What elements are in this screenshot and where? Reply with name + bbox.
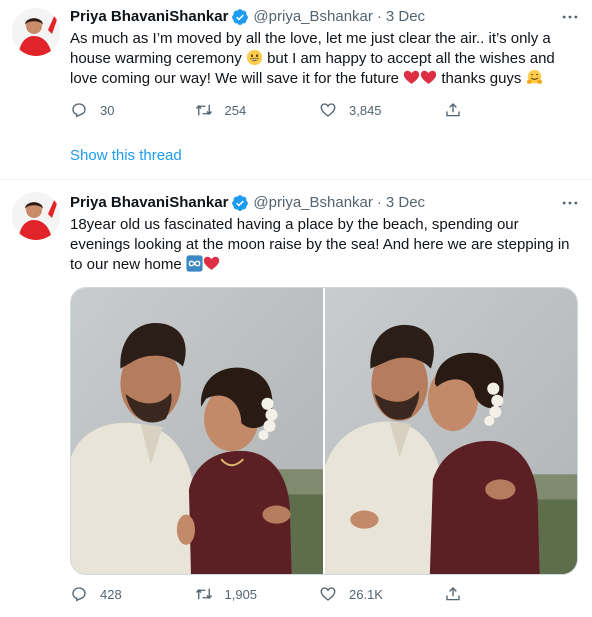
photo-2[interactable]	[325, 288, 577, 574]
reply-count: 30	[100, 102, 115, 118]
text-line: 18year old us fascinated having a place …	[70, 216, 519, 233]
couple-photo-cheek-kiss	[325, 288, 577, 574]
tweet-media[interactable]	[70, 287, 578, 575]
share-button[interactable]	[444, 101, 569, 119]
like-count: 3,845	[349, 102, 382, 118]
like-button[interactable]: 26.1K	[319, 585, 444, 603]
text-line: evenings looking at the moon raise by th…	[70, 236, 570, 253]
infinity-emoji-icon	[186, 255, 203, 272]
share-button[interactable]	[444, 585, 569, 603]
reply-button[interactable]: 30	[70, 101, 195, 119]
tweet-header: Priya BhavaniShankar @priya_Bshankar · 3…	[70, 193, 580, 213]
reply-count: 428	[100, 586, 122, 602]
retweet-button[interactable]: 254	[195, 101, 320, 119]
hugging-face-emoji-icon	[526, 69, 542, 84]
share-icon	[445, 103, 460, 117]
author-handle[interactable]: @priya_Bshankar	[253, 7, 372, 27]
red-heart-emoji-icon	[203, 256, 220, 270]
separator-dot: ·	[376, 194, 382, 211]
retweet-count: 254	[224, 102, 247, 118]
author-name[interactable]: Priya BhavaniShankar	[70, 7, 228, 27]
reply-icon	[72, 587, 86, 602]
profile-avatar[interactable]	[12, 8, 60, 56]
tweet-body: Priya BhavaniShankar @priya_Bshankar · 3…	[70, 7, 580, 89]
text-line: house warming ceremony but I am happy to…	[70, 49, 580, 69]
heart-icon	[320, 587, 336, 601]
text-line: to our new home	[70, 255, 580, 275]
retweet-icon	[195, 104, 212, 116]
tweet-1[interactable]: Priya BhavaniShankar @priya_Bshankar · 3…	[0, 0, 592, 180]
reply-button[interactable]: 428	[70, 585, 195, 603]
tweet-actions: 30 254 3,845	[70, 101, 568, 119]
grinning-face-emoji-icon	[246, 49, 263, 66]
text-line: love coming our way! We will save it for…	[70, 69, 580, 89]
like-button[interactable]: 3,845	[319, 101, 444, 119]
text-segment: to our new home	[70, 256, 182, 273]
text-segment: but I am happy to accept all the wishes …	[267, 50, 555, 67]
text-segment: house warming ceremony	[70, 50, 242, 67]
more-options-icon[interactable]	[560, 193, 580, 213]
retweet-count: 1,905	[224, 586, 258, 602]
retweet-button[interactable]: 1,905	[195, 585, 320, 603]
tweet-actions: 428 1,905 26.1K	[70, 585, 568, 603]
text-line: As much as I’m moved by all the love, le…	[70, 30, 551, 47]
tweet-body: Priya BhavaniShankar @priya_Bshankar · 3…	[70, 193, 580, 275]
tweet-text: 18year old us fascinated having a place …	[70, 215, 580, 275]
share-icon	[445, 587, 460, 601]
verified-badge-icon	[232, 195, 249, 211]
profile-avatar[interactable]	[12, 192, 60, 240]
reply-icon	[72, 103, 86, 118]
verified-badge-icon	[232, 9, 249, 25]
separator-dot: ·	[376, 8, 382, 25]
red-heart-emoji-icon	[404, 70, 420, 84]
author-name[interactable]: Priya BhavaniShankar	[70, 193, 228, 213]
tweet-text: As much as I’m moved by all the love, le…	[70, 29, 580, 89]
heart-icon	[320, 103, 336, 117]
tweet-date[interactable]: 3 Dec	[386, 193, 425, 213]
couple-photo-forehead-kiss	[71, 288, 323, 574]
show-thread-link[interactable]: Show this thread	[70, 147, 182, 164]
more-options-icon[interactable]	[560, 7, 580, 27]
red-heart-emoji-icon	[421, 70, 437, 84]
author-handle[interactable]: @priya_Bshankar	[253, 193, 372, 213]
tweet-header: Priya BhavaniShankar @priya_Bshankar · 3…	[70, 7, 580, 27]
retweet-icon	[195, 588, 212, 600]
text-segment: thanks guys	[441, 70, 522, 87]
tweet-date[interactable]: 3 Dec	[386, 7, 425, 27]
text-segment: love coming our way! We will save it for…	[70, 70, 400, 87]
like-count: 26.1K	[349, 586, 383, 602]
photo-1[interactable]	[71, 288, 323, 574]
tweet-2[interactable]: Priya BhavaniShankar @priya_Bshankar · 3…	[0, 180, 592, 617]
